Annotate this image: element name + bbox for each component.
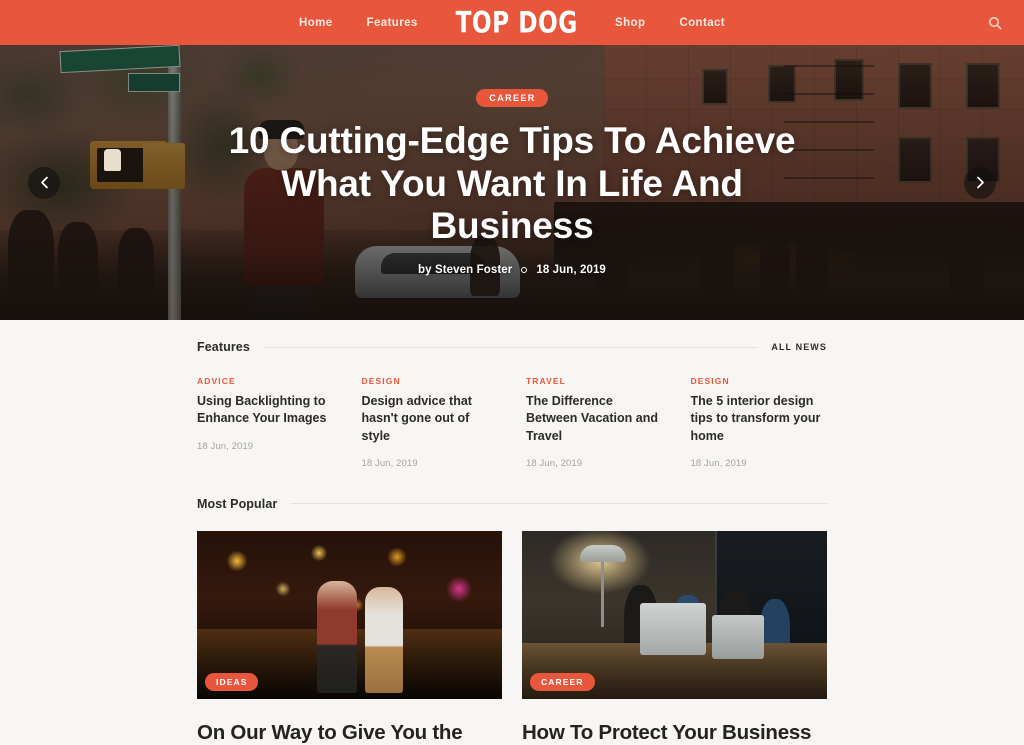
site-header: Home Features TOP DOG Shop Contact [0,0,1024,45]
meta-separator-dot [521,267,528,274]
popular-section-title: Most Popular [197,496,278,511]
card-category-badge[interactable]: IDEAS [205,672,259,691]
feature-title[interactable]: Using Backlighting to Enhance Your Image… [197,393,334,428]
hero-title[interactable]: 10 Cutting-Edge Tips To Achieve What You… [202,120,822,249]
card-title[interactable]: How To Protect Your Business From Accoun… [522,721,827,745]
feature-category[interactable]: DESIGN [691,376,828,386]
hero-next-button[interactable] [964,166,996,199]
hero-meta: by Steven Foster 18 Jun, 2019 [418,264,606,276]
section-divider [291,503,827,505]
card-category-badge[interactable]: CAREER [530,672,595,691]
feature-category[interactable]: DESIGN [362,376,499,386]
nav-item-features[interactable]: Features [350,17,435,29]
search-icon[interactable] [982,10,1008,36]
nav-item-home[interactable]: Home [282,17,350,29]
hero-category-badge[interactable]: CAREER [476,88,548,107]
feature-item[interactable]: DESIGN Design advice that hasn't gone ou… [362,376,499,469]
all-news-link[interactable]: ALL NEWS [771,342,827,352]
chevron-left-icon [40,176,48,189]
feature-date: 18 Jun, 2019 [361,457,418,469]
hero-prev-button[interactable] [28,166,60,199]
chevron-right-icon [976,176,984,189]
article-card[interactable]: IDEAS On Our Way to Give You the Best Id… [197,530,502,745]
feature-item[interactable]: ADVICE Using Backlighting to Enhance You… [197,376,334,469]
feature-category[interactable]: ADVICE [197,376,334,386]
feature-item[interactable]: DESIGN The 5 interior design tips to tra… [691,376,828,469]
feature-category[interactable]: TRAVEL [526,376,663,386]
feature-date: 18 Jun, 2019 [197,440,254,452]
features-section-header: Features ALL NEWS [197,320,827,354]
feature-date: 18 Jun, 2019 [526,457,583,469]
hero-slider: CAREER 10 Cutting-Edge Tips To Achieve W… [0,45,1024,320]
section-divider [263,346,758,348]
popular-section-header: Most Popular [197,469,827,511]
hero-author: by Steven Foster [418,264,513,277]
feature-title[interactable]: The Difference Between Vacation and Trav… [526,393,663,445]
feature-title[interactable]: Design advice that hasn't gone out of st… [362,393,499,445]
popular-cards-grid: IDEAS On Our Way to Give You the Best Id… [197,530,827,745]
features-section-title: Features [197,340,250,354]
nav-item-shop[interactable]: Shop [598,17,662,29]
site-logo[interactable]: TOP DOG [440,5,592,39]
card-title[interactable]: On Our Way to Give You the Best Ideas [197,721,502,745]
feature-date: 18 Jun, 2019 [690,457,747,469]
features-grid: ADVICE Using Backlighting to Enhance You… [197,376,827,469]
article-card[interactable]: CAREER How To Protect Your Business From… [522,530,827,745]
hero-date: 18 Jun, 2019 [536,264,606,277]
card-image[interactable]: CAREER [522,530,827,699]
nav-item-contact[interactable]: Contact [662,17,742,29]
main-navigation: Home Features TOP DOG Shop Contact [282,5,742,39]
feature-title[interactable]: The 5 interior design tips to transform … [691,393,828,445]
card-image[interactable]: IDEAS [197,530,502,699]
feature-item[interactable]: TRAVEL The Difference Between Vacation a… [526,376,663,469]
